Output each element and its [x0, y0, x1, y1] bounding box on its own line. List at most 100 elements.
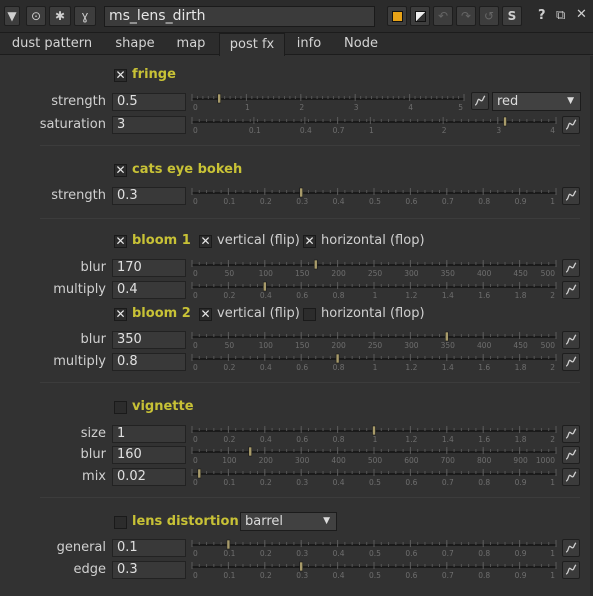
curve-icon[interactable] — [471, 92, 489, 110]
settings-gear-icon[interactable]: ⊙ — [26, 6, 46, 26]
help-icon[interactable]: ? — [538, 8, 546, 23]
vignette-size-slider[interactable]: 0 0.2 0.4 0.6 0.8 1 1.2 1.4 1.6 1.8 2 — [190, 423, 562, 445]
slider-handle[interactable] — [226, 539, 231, 550]
revert-icon[interactable]: ↺ — [479, 6, 499, 26]
float-icon[interactable]: ⧉ — [556, 8, 565, 23]
slider-tick-label: 1.4 — [442, 435, 454, 444]
cats-eye-checkbox[interactable]: ✕ — [114, 164, 127, 177]
slider-handle[interactable] — [263, 281, 267, 292]
tab-map[interactable]: map — [168, 33, 214, 55]
curve-icon[interactable] — [562, 353, 580, 371]
curve-icon[interactable] — [562, 561, 580, 579]
tab-shape[interactable]: shape — [108, 33, 162, 55]
slider-tick-label: 0.8 — [478, 197, 490, 206]
bloom1-blur-label: blur — [80, 260, 106, 275]
curve-icon[interactable] — [562, 259, 580, 277]
tab-node[interactable]: Node — [336, 33, 386, 55]
bloom2-checkbox[interactable]: ✕ — [114, 308, 127, 321]
vignette-size-input[interactable]: 1 — [112, 425, 186, 443]
slider-tick-label: 500 — [541, 341, 556, 350]
undo-icon[interactable]: ↶ — [433, 6, 453, 26]
slider-handle[interactable] — [372, 425, 376, 436]
edit-icon[interactable] — [410, 6, 430, 26]
bloom1-hflop-checkbox[interactable]: ✕ — [303, 235, 316, 248]
tab-info[interactable]: info — [289, 33, 329, 55]
bloom2-blur-label: blur — [80, 332, 106, 347]
curve-icon[interactable] — [562, 331, 580, 349]
bloom1-blur-slider[interactable]: 0 50 100 150 200 250 300 350 400 450 500 — [190, 257, 562, 279]
slider-tick-label: 400 — [331, 456, 346, 465]
tab-dust-pattern[interactable]: dust pattern — [4, 33, 100, 55]
s-icon[interactable]: S — [502, 6, 522, 26]
lens-distortion-mode-value: barrel — [245, 514, 284, 529]
vignette-blur-slider[interactable]: 0 100 200 300 400 500 600 700 800 900 1000 — [190, 444, 562, 466]
slider-handle[interactable] — [503, 116, 507, 127]
curve-icon[interactable] — [562, 468, 580, 486]
color-swatch-icon[interactable] — [387, 6, 407, 26]
curve-icon[interactable] — [562, 446, 580, 464]
bloom2-multiply-slider[interactable]: 0 0.2 0.4 0.6 0.8 1 1.2 1.4 1.6 1.8 2 — [190, 351, 562, 373]
node-name-field[interactable]: ms_lens_dirth — [104, 6, 375, 27]
bloom1-checkbox[interactable]: ✕ — [114, 235, 127, 248]
separator — [40, 218, 580, 219]
lens-edge-slider[interactable]: 0 0.1 0.2 0.3 0.4 0.5 0.6 0.7 0.8 0.9 1 — [190, 559, 562, 581]
lens-general-slider[interactable]: 0 0.1 0.2 0.3 0.4 0.5 0.6 0.7 0.8 0.9 1 — [190, 537, 562, 559]
slider-handle[interactable] — [197, 468, 202, 479]
curve-icon[interactable] — [562, 425, 580, 443]
bloom2-hflop-checkbox[interactable] — [303, 308, 316, 321]
vignette-blur-input[interactable]: 160 — [112, 446, 186, 464]
tab-post-fx[interactable]: post fx — [219, 33, 285, 56]
wrench-icon[interactable]: ɣ — [74, 6, 96, 26]
bloom1-blur-input[interactable]: 170 — [112, 259, 186, 277]
bloom2-blur-slider[interactable]: 0 50 100 150 200 250 300 350 400 450 500 — [190, 329, 562, 351]
curve-icon[interactable] — [562, 187, 580, 205]
slider-tick-label: 0.4 — [333, 478, 345, 487]
curve-icon[interactable] — [562, 281, 580, 299]
fringe-color-dropdown[interactable]: red ▼ — [492, 92, 581, 111]
lens-distortion-mode-dropdown[interactable]: barrel ▼ — [240, 512, 337, 531]
vignette-mix-slider[interactable]: 0 0.1 0.2 0.3 0.4 0.5 0.6 0.7 0.8 0.9 1 — [190, 466, 562, 488]
fringe-saturation-slider[interactable]: 0 0.1 0.4 0.7 1 2 3 4 — [190, 114, 562, 136]
slider-handle[interactable] — [248, 446, 253, 457]
slider-handle[interactable] — [299, 561, 303, 572]
bloom1-multiply-input[interactable]: 0.4 — [112, 281, 186, 299]
slider-tick-label: 0.1 — [223, 549, 235, 558]
fringe-strength-slider[interactable]: 0 1 2 3 4 5 — [190, 91, 470, 113]
bloom2-vflip-checkbox[interactable]: ✕ — [199, 308, 212, 321]
bloom2-label: bloom 2 — [132, 306, 191, 321]
lens-distortion-label: lens distortion — [132, 514, 239, 529]
fringe-checkbox[interactable]: ✕ — [114, 69, 127, 82]
slider-tick-label: 450 — [513, 341, 528, 350]
plugin-icon[interactable]: ✱ — [49, 6, 71, 26]
fringe-saturation-input[interactable]: 3 — [112, 116, 186, 134]
bloom1-vflip-checkbox[interactable]: ✕ — [199, 235, 212, 248]
collapse-arrow-icon[interactable]: ▼ — [4, 6, 20, 26]
redo-icon[interactable]: ↷ — [456, 6, 476, 26]
slider-tick-label: 3 — [354, 103, 359, 112]
slider-tick-label: 1.2 — [405, 435, 417, 444]
slider-handle[interactable] — [445, 331, 449, 342]
curve-icon[interactable] — [562, 116, 580, 134]
fringe-strength-input[interactable]: 0.5 — [112, 93, 186, 111]
bloom2-blur-input[interactable]: 350 — [112, 331, 186, 349]
slider-tick-label: 100 — [222, 456, 237, 465]
slider-handle[interactable] — [217, 93, 222, 104]
slider-handle[interactable] — [335, 353, 340, 364]
vignette-checkbox[interactable] — [114, 401, 127, 414]
slider-handle[interactable] — [299, 187, 303, 198]
lens-edge-input[interactable]: 0.3 — [112, 561, 186, 579]
curve-icon[interactable] — [562, 539, 580, 557]
slider-handle[interactable] — [313, 259, 318, 270]
slider-tick-label: 0.2 — [260, 197, 272, 206]
slider-tick-label: 0.4 — [260, 291, 272, 300]
bloom2-multiply-input[interactable]: 0.8 — [112, 353, 186, 371]
bloom1-multiply-slider[interactable]: 0 0.2 0.4 0.6 0.8 1 1.2 1.4 1.6 1.8 2 — [190, 279, 562, 301]
slider-tick-label: 500 — [541, 269, 556, 278]
lens-general-input[interactable]: 0.1 — [112, 539, 186, 557]
lens-distortion-checkbox[interactable] — [114, 516, 127, 529]
cats-eye-strength-slider[interactable]: 0 0.1 0.2 0.3 0.4 0.5 0.6 0.7 0.8 0.9 1 — [190, 185, 562, 207]
vignette-label: vignette — [132, 399, 194, 414]
close-icon[interactable]: ✕ — [576, 7, 587, 22]
vignette-mix-input[interactable]: 0.02 — [112, 468, 186, 486]
cats-eye-strength-input[interactable]: 0.3 — [112, 187, 186, 205]
